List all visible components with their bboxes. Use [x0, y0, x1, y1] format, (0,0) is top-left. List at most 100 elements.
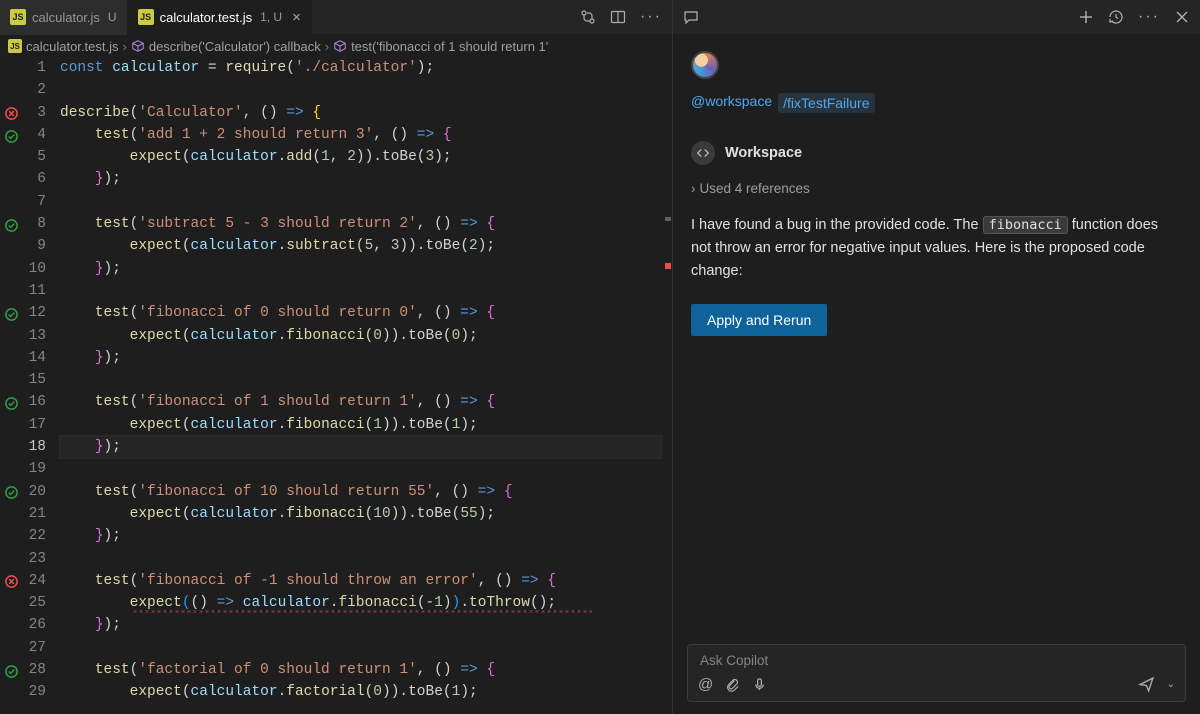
line-number: 18 [22, 436, 46, 458]
code-line[interactable]: test('subtract 5 - 3 should return 2', (… [60, 213, 663, 235]
code-line[interactable]: test('factorial of 0 should return 1', (… [60, 659, 663, 681]
code-line[interactable]: test('add 1 + 2 should return 3', () => … [60, 124, 663, 146]
test-pass-icon[interactable] [4, 303, 19, 325]
editor-pane: JS calculator.test.js › describe('Calcul… [0, 35, 672, 714]
voice-icon[interactable] [752, 677, 767, 692]
line-number: 29 [22, 681, 46, 703]
line-number: 12 [22, 302, 46, 324]
code-line[interactable]: }); [60, 168, 663, 190]
workspace-agent-icon [691, 141, 715, 165]
line-number-gutter: 1234567891011121314151617181920212223242… [22, 57, 60, 714]
editor-tab[interactable]: JS calculator.test.js 1, U × [128, 0, 312, 35]
line-number: 14 [22, 347, 46, 369]
line-number: 5 [22, 146, 46, 168]
line-number: 8 [22, 213, 46, 235]
code-line[interactable] [60, 191, 663, 213]
js-file-icon: JS [10, 9, 26, 25]
code-line[interactable]: }); [60, 258, 663, 280]
line-number: 27 [22, 637, 46, 659]
chat-input[interactable]: Ask Copilot @ ⌄ [687, 644, 1186, 702]
tab-filename: calculator.test.js [160, 10, 253, 25]
code-line[interactable]: expect(calculator.factorial(0)).toBe(1); [60, 681, 663, 703]
workspace-label: Workspace [725, 145, 802, 161]
test-pass-icon[interactable] [4, 660, 19, 682]
line-number: 13 [22, 325, 46, 347]
code-line[interactable] [60, 369, 663, 391]
code-line[interactable]: expect(calculator.add(1, 2)).toBe(3); [60, 146, 663, 168]
code-line[interactable] [60, 458, 663, 480]
code-line[interactable]: expect(calculator.fibonacci(1)).toBe(1); [60, 414, 663, 436]
chevron-right-icon: › [691, 181, 696, 196]
line-number: 25 [22, 592, 46, 614]
more-actions-icon[interactable]: ··· [640, 8, 662, 26]
line-number: 19 [22, 458, 46, 480]
breadcrumb[interactable]: JS calculator.test.js › describe('Calcul… [0, 35, 672, 57]
slash-command-chip[interactable]: /fixTestFailure [778, 93, 874, 113]
code-line[interactable]: expect(calculator.fibonacci(0)).toBe(0); [60, 325, 663, 347]
code-line[interactable]: const calculator = require('./calculator… [60, 57, 663, 79]
avatar [691, 51, 719, 79]
test-pass-icon[interactable] [4, 482, 19, 504]
code-line[interactable]: }); [60, 436, 663, 458]
code-line[interactable]: }); [60, 525, 663, 547]
line-number: 22 [22, 525, 46, 547]
test-pass-icon[interactable] [4, 214, 19, 236]
code-line[interactable]: }); [60, 347, 663, 369]
overview-ruler[interactable] [663, 57, 672, 714]
send-icon[interactable] [1138, 676, 1155, 693]
code-line[interactable]: test('fibonacci of 10 should return 55',… [60, 481, 663, 503]
compare-changes-icon[interactable] [580, 9, 596, 25]
tab-badge: U [106, 10, 117, 24]
chat-input-placeholder: Ask Copilot [688, 645, 1185, 672]
code-line[interactable] [60, 79, 663, 101]
line-number: 15 [22, 369, 46, 391]
code-line[interactable]: }); [60, 614, 663, 636]
history-icon[interactable] [1108, 9, 1124, 25]
line-number: 11 [22, 280, 46, 302]
code-line[interactable]: expect(() => calculator.fibonacci(-1)).t… [60, 592, 663, 614]
breadcrumb-scope2: test('fibonacci of 1 should return 1' [351, 39, 548, 54]
test-pass-icon[interactable] [4, 125, 19, 147]
test-fail-icon[interactable] [4, 103, 19, 125]
line-number: 24 [22, 570, 46, 592]
split-editor-icon[interactable] [610, 9, 626, 25]
close-tab-icon[interactable]: × [288, 9, 301, 26]
line-number: 7 [22, 191, 46, 213]
code-line[interactable]: test('fibonacci of 1 should return 1', (… [60, 391, 663, 413]
chat-panel-icon[interactable] [683, 9, 699, 25]
breadcrumb-file: calculator.test.js [26, 39, 119, 54]
code-editor[interactable]: 1234567891011121314151617181920212223242… [0, 57, 672, 714]
code-line[interactable] [60, 548, 663, 570]
error-squiggle [132, 610, 592, 613]
js-file-icon: JS [8, 39, 22, 53]
mention-icon[interactable]: @ [698, 676, 713, 693]
tabs-bar: JS calculator.js U JS calculator.test.js… [0, 0, 1200, 35]
code-line[interactable]: describe('Calculator', () => { [60, 102, 663, 124]
panel-more-icon[interactable]: ··· [1138, 8, 1160, 26]
attach-icon[interactable] [725, 677, 740, 692]
references-toggle[interactable]: › Used 4 references [691, 181, 1182, 196]
tab-badge: 1, U [258, 10, 282, 24]
line-number: 10 [22, 258, 46, 280]
line-number: 23 [22, 548, 46, 570]
send-dropdown-icon[interactable]: ⌄ [1167, 679, 1175, 690]
line-number: 21 [22, 503, 46, 525]
code-line[interactable]: test('fibonacci of 0 should return 0', (… [60, 302, 663, 324]
close-panel-icon[interactable] [1174, 9, 1190, 25]
code-line[interactable]: expect(calculator.fibonacci(10)).toBe(55… [60, 503, 663, 525]
code-line[interactable] [60, 637, 663, 659]
apply-and-rerun-button[interactable]: Apply and Rerun [691, 304, 827, 336]
mention-chip[interactable]: @workspace [691, 93, 772, 113]
tab-filename: calculator.js [32, 10, 100, 25]
new-chat-icon[interactable] [1078, 9, 1094, 25]
test-fail-icon[interactable] [4, 571, 19, 593]
chat-message: I have found a bug in the provided code.… [691, 214, 1181, 284]
line-number: 26 [22, 614, 46, 636]
code-line[interactable] [60, 280, 663, 302]
code-line[interactable]: expect(calculator.subtract(5, 3)).toBe(2… [60, 235, 663, 257]
line-number: 2 [22, 79, 46, 101]
code-line[interactable]: test('fibonacci of -1 should throw an er… [60, 570, 663, 592]
test-pass-icon[interactable] [4, 392, 19, 414]
editor-tab[interactable]: JS calculator.js U [0, 0, 128, 35]
line-number: 16 [22, 391, 46, 413]
